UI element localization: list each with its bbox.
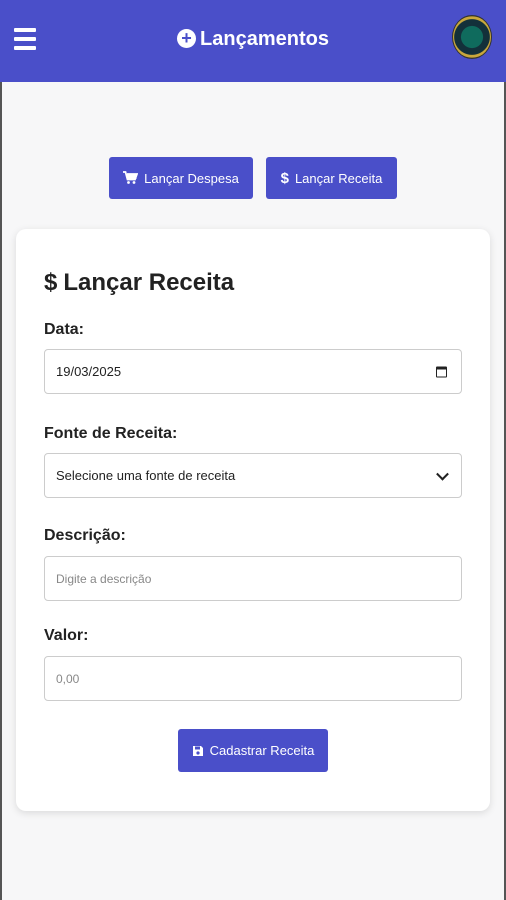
value-input[interactable]: 0,00 <box>44 656 462 701</box>
lancar-receita-button[interactable]: $ Lançar Receita <box>266 157 397 199</box>
lancar-receita-label: Lançar Receita <box>294 170 383 186</box>
receita-form-card: $ Lançar Receita Data: 19/03/2025 Fonte d… <box>16 229 490 811</box>
source-label: Fonte de Receita: <box>44 425 178 442</box>
source-selected-value: Selecione uma fonte de receita <box>56 468 236 483</box>
chevron-down-icon <box>436 467 449 481</box>
cadastrar-receita-button[interactable]: Cadastrar Receita <box>178 729 328 772</box>
cadastrar-receita-label: Cadastrar Receita <box>209 743 315 758</box>
form-title-text: Lançar Receita <box>63 269 235 296</box>
value-placeholder: 0,00 <box>56 671 80 686</box>
source-select[interactable]: Selecione uma fonte de receita <box>44 453 462 498</box>
form-title: $ Lançar Receita <box>44 269 234 297</box>
description-input[interactable]: Digite a descrição <box>44 556 462 601</box>
description-label: Descrição: <box>44 527 126 544</box>
lancar-despesa-label: Lançar Despesa <box>144 170 239 186</box>
calendar-icon[interactable] <box>436 366 447 377</box>
value-label: Valor: <box>44 627 89 644</box>
page-title-text: Lançamentos <box>200 28 329 50</box>
top-bar: + Lançamentos <box>0 0 506 82</box>
date-input[interactable]: 19/03/2025 <box>44 349 462 394</box>
dollar-icon: $ <box>280 169 289 187</box>
plus-circle-icon: + <box>177 29 197 48</box>
page-title: + Lançamentos <box>0 28 506 51</box>
description-placeholder: Digite a descrição <box>56 571 152 586</box>
avatar[interactable] <box>452 15 492 59</box>
cart-icon <box>123 171 139 184</box>
save-icon <box>192 745 203 756</box>
date-value: 19/03/2025 <box>56 364 122 379</box>
dollar-icon: $ <box>44 269 58 296</box>
lancar-despesa-button[interactable]: Lançar Despesa <box>109 157 253 199</box>
date-label: Data: <box>44 321 85 338</box>
